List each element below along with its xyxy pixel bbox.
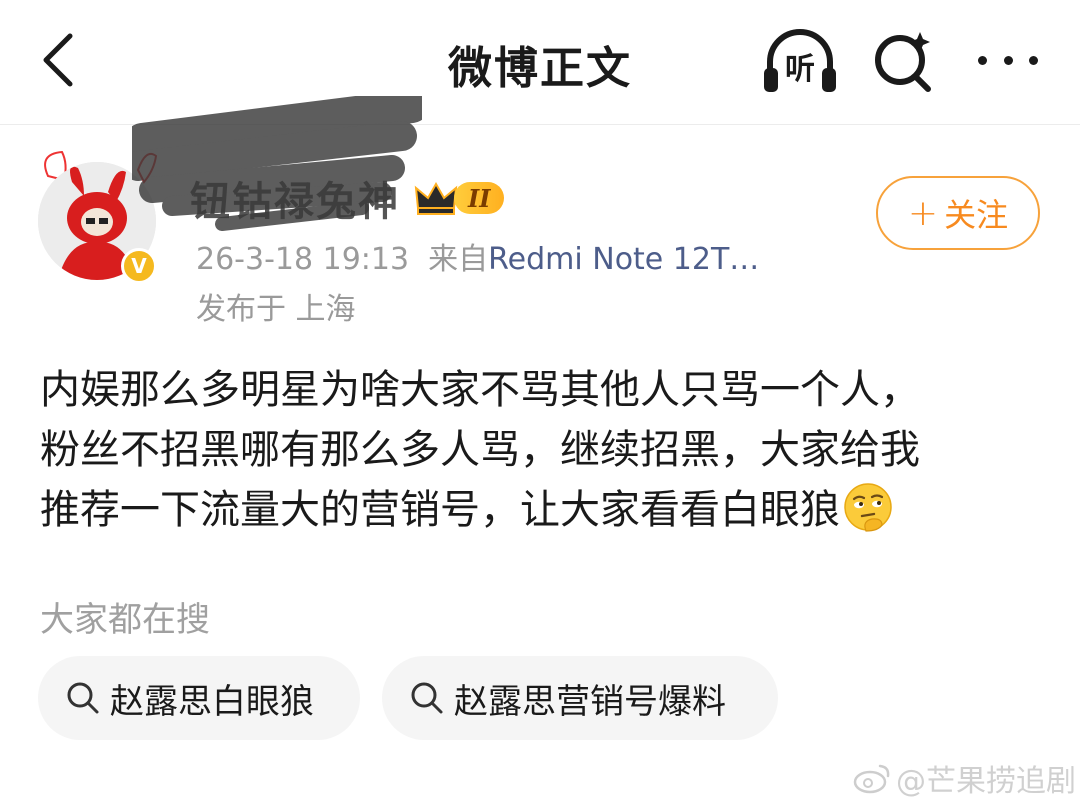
device-source-link[interactable]: Redmi Note 12T…: [488, 242, 759, 277]
verified-badge: V: [121, 248, 157, 284]
plus-icon: +: [907, 192, 939, 234]
post-content: 内娱那么多明星为啥大家不骂其他人只骂一个人， 粉丝不招黑哪有那么多人骂，继续招黑…: [40, 360, 1040, 540]
follow-button[interactable]: + 关注: [876, 176, 1040, 250]
source-prefix: 来自: [428, 242, 489, 277]
watermark: @芒果捞追剧: [852, 756, 1076, 800]
thinking-face-emoji-icon: [844, 483, 892, 532]
post-meta: 26-3-18 19:13 来自Redmi Note 12T…: [196, 234, 759, 278]
post-line: 推荐一下流量大的营销号，让大家看看白眼狼: [40, 487, 840, 533]
search-button[interactable]: [870, 26, 940, 96]
post-line: 粉丝不招黑哪有那么多人骂，继续招黑，大家给我: [40, 427, 920, 473]
listen-button[interactable]: 听: [760, 24, 840, 96]
trending-section-label: 大家都在搜: [40, 600, 210, 640]
more-dot-icon: [1003, 55, 1013, 65]
post-line-with-emoji: 推荐一下流量大的营销号，让大家看看白眼狼: [40, 480, 1040, 540]
trending-search-chip[interactable]: 赵露思白眼狼: [38, 656, 360, 740]
follow-label: 关注: [944, 196, 1009, 234]
chip-label: 赵露思白眼狼: [110, 681, 314, 722]
post-line: 内娱那么多明星为啥大家不骂其他人只骂一个人，: [40, 367, 920, 413]
post-timestamp: 26-3-18 19:13: [196, 242, 410, 277]
weibo-logo-icon: [853, 764, 890, 794]
search-icon: [411, 682, 443, 714]
level-badge: II: [454, 182, 505, 214]
trending-search-chip[interactable]: 赵露思营销号爆料: [382, 656, 778, 740]
post-location: 发布于 上海: [196, 292, 356, 327]
top-navigation-bar: 微博正文 听: [0, 0, 1080, 125]
author-username[interactable]: 钮钴禄兔神: [190, 169, 400, 227]
chip-label: 赵露思营销号爆料: [454, 681, 726, 722]
more-dot-icon: [1029, 55, 1038, 65]
author-name-row: 钮钴禄兔神 II: [190, 168, 505, 228]
listen-label: 听: [785, 52, 815, 87]
more-dot-icon: [978, 55, 987, 65]
crown-icon: [414, 181, 458, 215]
member-crown-badge: II: [412, 178, 505, 218]
search-icon: [67, 682, 99, 714]
search-icon: [875, 32, 931, 92]
watermark-text: @芒果捞追剧: [896, 764, 1076, 799]
more-options-button[interactable]: [972, 40, 1044, 80]
